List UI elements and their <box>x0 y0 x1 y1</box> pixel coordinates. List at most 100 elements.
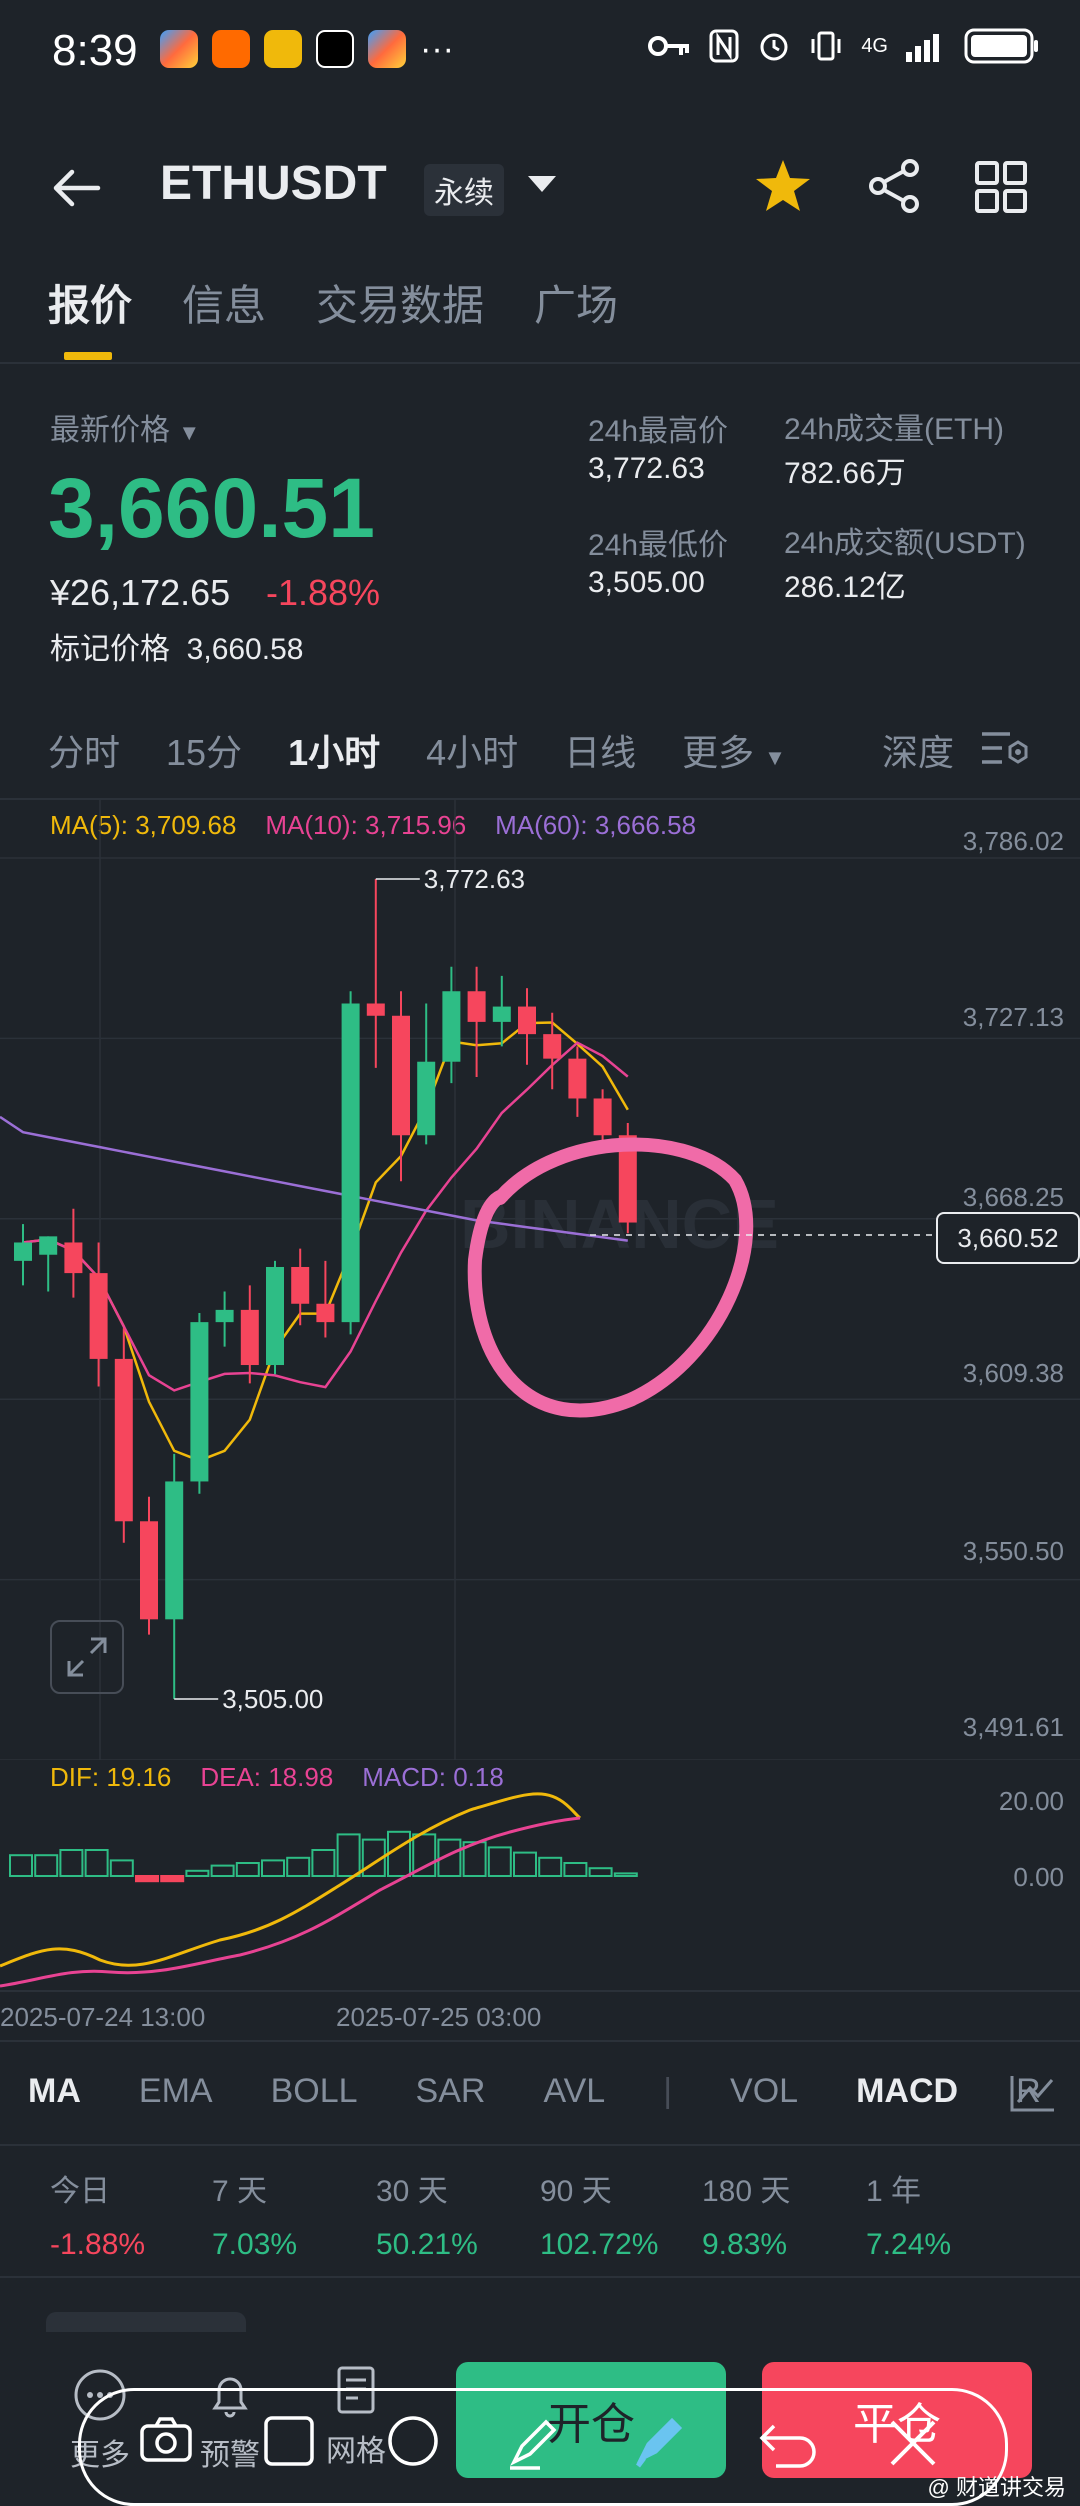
active-tab-indicator <box>64 352 112 360</box>
system-indicators: 4G <box>647 28 1040 64</box>
tf-4h[interactable]: 4小时 <box>426 724 518 776</box>
app-5-icon <box>368 30 406 68</box>
grid-menu-icon[interactable] <box>974 160 1028 214</box>
vol-usdt-label: 24h成交额(USDT) <box>784 527 1026 560</box>
candle-body <box>417 1061 436 1136</box>
favorite-star-icon[interactable] <box>754 158 812 214</box>
indicator-avl[interactable]: AVL <box>543 2072 605 2111</box>
indicator-boll[interactable]: BOLL <box>271 2072 358 2111</box>
share-icon[interactable] <box>866 158 922 214</box>
candle-body <box>568 1058 587 1099</box>
low-value: 3,505.00 <box>588 566 705 599</box>
candle-body <box>14 1242 32 1261</box>
candle-body <box>64 1242 83 1274</box>
macd-bar <box>235 1862 260 1877</box>
macd-legend-value: MACD: 0.18 <box>362 1762 504 1792</box>
content-tab-stub <box>46 2312 246 2332</box>
app-4-icon <box>316 30 354 68</box>
perf-label: 90 天 <box>540 2175 612 2208</box>
tab-info[interactable]: 信息 <box>182 272 266 333</box>
vibrate-icon <box>811 31 841 61</box>
tf-15m[interactable]: 15分 <box>166 724 242 776</box>
pen-tool-icon[interactable] <box>504 2412 564 2472</box>
fullscreen-button[interactable] <box>50 1620 124 1694</box>
candlestick-chart[interactable]: BINANCE 3,772.633,505.00 <box>0 800 1080 1760</box>
indicator-sar[interactable]: SAR <box>416 2072 486 2111</box>
marker-tool-icon[interactable] <box>628 2410 688 2472</box>
low-marker-label: 3,505.00 <box>222 1684 323 1714</box>
rectangle-tool-icon[interactable] <box>262 2414 316 2468</box>
perf-7d: 7 天 7.03% <box>212 2166 297 2262</box>
tab-quote[interactable]: 报价 <box>48 272 132 333</box>
vol-usdt-value: 286.12亿 <box>784 571 906 604</box>
price-axis-label: 3,727.13 <box>962 1002 1064 1032</box>
undo-icon[interactable] <box>756 2418 820 2468</box>
contract-badge: 永续 <box>424 164 504 216</box>
indicator-bar: MA EMA BOLL SAR AVL | VOL MACD R <box>28 2072 1041 2111</box>
indicator-macd[interactable]: MACD <box>856 2072 958 2111</box>
perf-value: 7.24% <box>866 2228 952 2261</box>
perf-label: 今日 <box>50 2175 110 2208</box>
indicator-separator: | <box>663 2072 673 2110</box>
macd-bar <box>563 1862 588 1877</box>
status-more: ··· <box>420 30 454 68</box>
perf-value: 50.21% <box>376 2228 478 2261</box>
candle-body <box>366 1003 385 1016</box>
network-type: 4G <box>861 34 888 57</box>
alarm-icon <box>760 33 788 61</box>
macd-chart[interactable] <box>0 1790 1080 1990</box>
macd-bar <box>160 1875 185 1883</box>
candle-body <box>165 1481 184 1620</box>
expand-icon <box>67 1637 107 1677</box>
page-tabs: 报价 信息 交易数据 广场 <box>48 272 618 333</box>
tf-more[interactable]: 更多 ▼ <box>682 724 786 776</box>
circle-tool-icon[interactable] <box>386 2414 440 2468</box>
perf-label: 1 年 <box>866 2175 922 2208</box>
caret-down-icon: ▼ <box>764 745 786 770</box>
mark-price: 3,660.58 <box>186 633 304 666</box>
dea-legend: DEA: 18.98 <box>200 1762 334 1792</box>
camera-icon[interactable] <box>138 2414 194 2466</box>
symbol-title[interactable]: ETHUSDT <box>160 156 387 211</box>
candle-body <box>341 1003 360 1323</box>
tf-line[interactable]: 分时 <box>48 724 120 776</box>
indicator-ma[interactable]: MA <box>28 2072 81 2111</box>
last-price-label[interactable]: 最新价格 ▼ <box>50 405 200 449</box>
indicator-ema[interactable]: EMA <box>139 2072 213 2111</box>
macd-bar <box>84 1849 109 1877</box>
indicator-settings-icon[interactable] <box>1008 2072 1056 2114</box>
candle-body <box>215 1309 234 1323</box>
macd-bar <box>261 1859 285 1878</box>
tf-more-label: 更多 <box>682 732 755 773</box>
x-axis-divider <box>0 2040 1080 2042</box>
close-x-icon[interactable] <box>886 2416 940 2470</box>
price-change: -1.88% <box>266 572 381 613</box>
price-axis-label: 3,668.25 <box>962 1182 1064 1212</box>
candle-body <box>266 1266 284 1366</box>
chevron-down-icon[interactable] <box>526 174 558 196</box>
tf-1h[interactable]: 1小时 <box>288 724 380 776</box>
mark-price-label: 标记价格 <box>50 633 170 666</box>
battery-icon <box>964 28 1038 64</box>
price-axis-label: 3,550.50 <box>962 1536 1064 1566</box>
last-price: 3,660.51 <box>48 461 375 555</box>
tf-1d[interactable]: 日线 <box>564 724 636 776</box>
timeframe-bar: 分时 15分 1小时 4小时 日线 更多 ▼ <box>48 724 786 776</box>
last-price-label-text: 最新价格 <box>50 414 170 447</box>
key-icon <box>648 36 690 56</box>
vol-eth-label: 24h成交量(ETH) <box>784 413 1005 446</box>
macd-legend: DIF: 19.16 DEA: 18.98 MACD: 0.18 <box>50 1762 504 1793</box>
caret-down-icon: ▼ <box>178 420 201 445</box>
depth-tab[interactable]: 深度 <box>882 724 954 776</box>
footer-watermark: @ 财道讲交易 <box>927 2475 1066 2500</box>
back-arrow-icon[interactable] <box>48 160 104 216</box>
perf-1y: 1 年 7.24% <box>866 2166 951 2262</box>
macd-bar <box>59 1849 84 1877</box>
indicator-vol[interactable]: VOL <box>730 2072 798 2111</box>
tab-trading-data[interactable]: 交易数据 <box>316 272 484 333</box>
macd-bar <box>513 1851 537 1877</box>
perf-value: 9.83% <box>702 2228 788 2261</box>
chart-settings-icon[interactable] <box>980 728 1030 772</box>
perf-label: 7 天 <box>212 2175 268 2208</box>
tab-square[interactable]: 广场 <box>534 272 618 333</box>
